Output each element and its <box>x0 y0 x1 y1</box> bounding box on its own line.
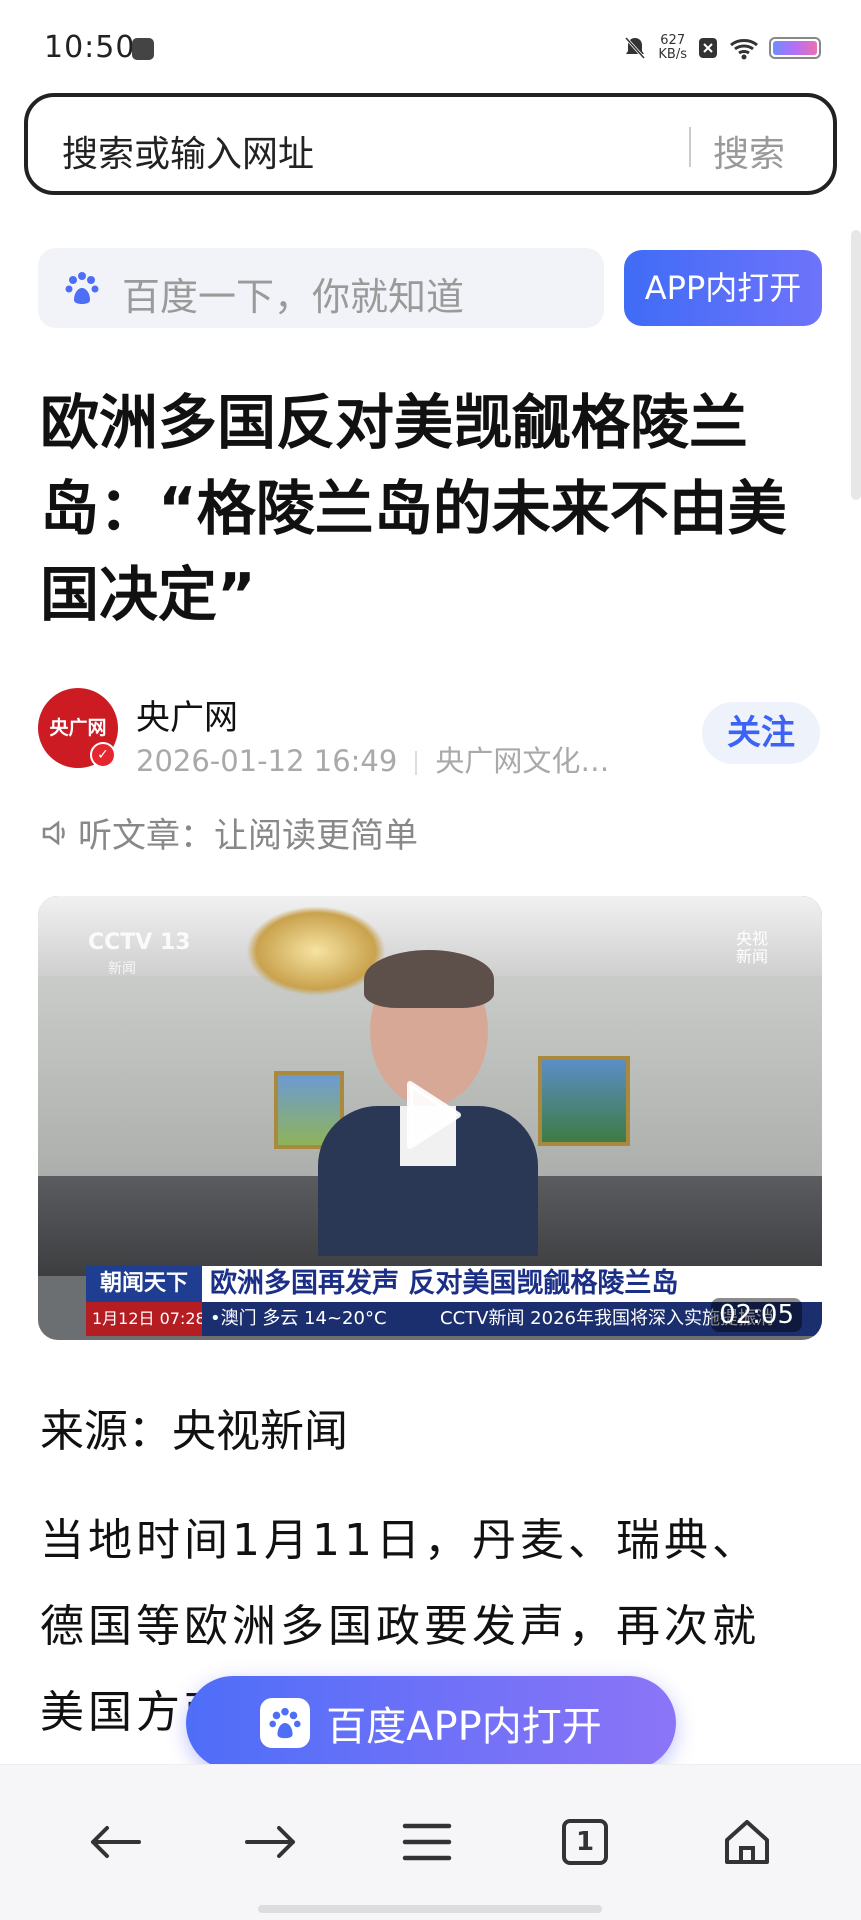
forward-button[interactable] <box>234 1805 308 1879</box>
article-body-line: 德国等欧洲多国政要发声，再次就 <box>40 1601 760 1652</box>
follow-button[interactable]: 关注 <box>702 702 820 764</box>
play-icon[interactable] <box>402 1080 462 1150</box>
ticker-headline: 欧洲多国再发声 反对美国觊觎格陵兰岛 <box>202 1266 822 1302</box>
meta-divider <box>415 751 418 775</box>
ticker-date: 1月12日 07:28 <box>86 1302 206 1336</box>
baidu-search-placeholder: 百度一下，你就知道 <box>122 275 465 319</box>
author-meta: 2026-01-12 16:49 央广网文化… <box>136 738 609 780</box>
network-speed-value: 627 <box>660 33 686 48</box>
ticker-weather: •澳门 多云 14~20°C <box>202 1302 434 1336</box>
video-frame-painting-right <box>538 1056 630 1146</box>
message-notification-icon <box>132 38 154 60</box>
forward-arrow-icon <box>245 1826 295 1858</box>
tab-count-badge: 1 <box>562 1819 608 1865</box>
url-input[interactable]: 搜索或输入网址 <box>62 125 314 177</box>
open-in-baidu-app-label: 百度APP内打开 <box>326 1704 602 1750</box>
listen-article-label: 听文章：让阅读更简单 <box>78 816 418 856</box>
back-arrow-icon <box>91 1826 141 1858</box>
status-bar: 10:50 627 KB/s <box>0 0 861 90</box>
gesture-home-indicator[interactable] <box>258 1905 602 1913</box>
sim-off-icon <box>699 38 717 58</box>
verified-icon: ✓ <box>90 742 116 768</box>
hamburger-menu-icon <box>402 1823 452 1861</box>
url-search-button[interactable]: 搜索 <box>713 125 785 177</box>
url-divider <box>689 127 691 167</box>
network-speed-unit: KB/s <box>658 47 687 62</box>
url-bar[interactable]: 搜索或输入网址 搜索 <box>24 93 837 195</box>
open-in-app-button[interactable]: APP内打开 <box>624 250 822 326</box>
cctv-channel-sub: 新闻 <box>108 961 136 977</box>
baidu-paw-icon <box>65 272 99 304</box>
listen-article-row[interactable]: 听文章：让阅读更简单 <box>40 808 418 857</box>
cctv-channel-logo: CCTV 13 <box>88 930 191 955</box>
article-title: 欧洲多国反对美觊觎格陵兰岛：“格陵兰岛的未来不由美国决定” <box>40 388 787 629</box>
speaker-icon <box>42 820 65 845</box>
page-scrollbar[interactable] <box>851 230 861 500</box>
article-body-line: 当地时间1月11日，丹麦、瑞典、 <box>40 1515 760 1566</box>
mute-bell-icon <box>625 36 646 60</box>
yangshi-news-logo: 央视新闻 <box>735 929 768 966</box>
network-speed: 627 KB/s <box>658 34 687 62</box>
article-source: 来源：央视新闻 <box>40 1406 348 1457</box>
author-channel: 央广网文化… <box>435 744 610 778</box>
back-button[interactable] <box>78 1805 152 1879</box>
status-time: 10:50 <box>44 30 136 65</box>
video-player[interactable]: CCTV 13 新闻 央视新闻 朝闻天下 欧洲多国再发声 反对美国觊觎格陵兰岛 … <box>38 896 822 1340</box>
tabs-button[interactable]: 1 <box>548 1805 622 1879</box>
menu-button[interactable] <box>390 1805 464 1879</box>
ticker-show-name: 朝闻天下 <box>86 1266 202 1302</box>
publish-date: 2026-01-12 16:49 <box>136 744 398 778</box>
baidu-search-box[interactable]: 百度一下，你就知道 <box>38 248 604 328</box>
status-icons: 627 KB/s <box>622 34 821 62</box>
bottom-navigation-bar: 1 <box>0 1764 861 1920</box>
home-button[interactable] <box>710 1805 784 1879</box>
baidu-app-logo-icon <box>260 1698 311 1748</box>
wifi-icon <box>730 39 758 60</box>
video-duration: 02:05 <box>711 1298 802 1332</box>
home-icon <box>725 1820 769 1864</box>
open-in-baidu-app-button[interactable]: 百度APP内打开 <box>186 1676 676 1770</box>
author-name[interactable]: 央广网 <box>136 690 238 739</box>
battery-icon <box>769 37 821 59</box>
